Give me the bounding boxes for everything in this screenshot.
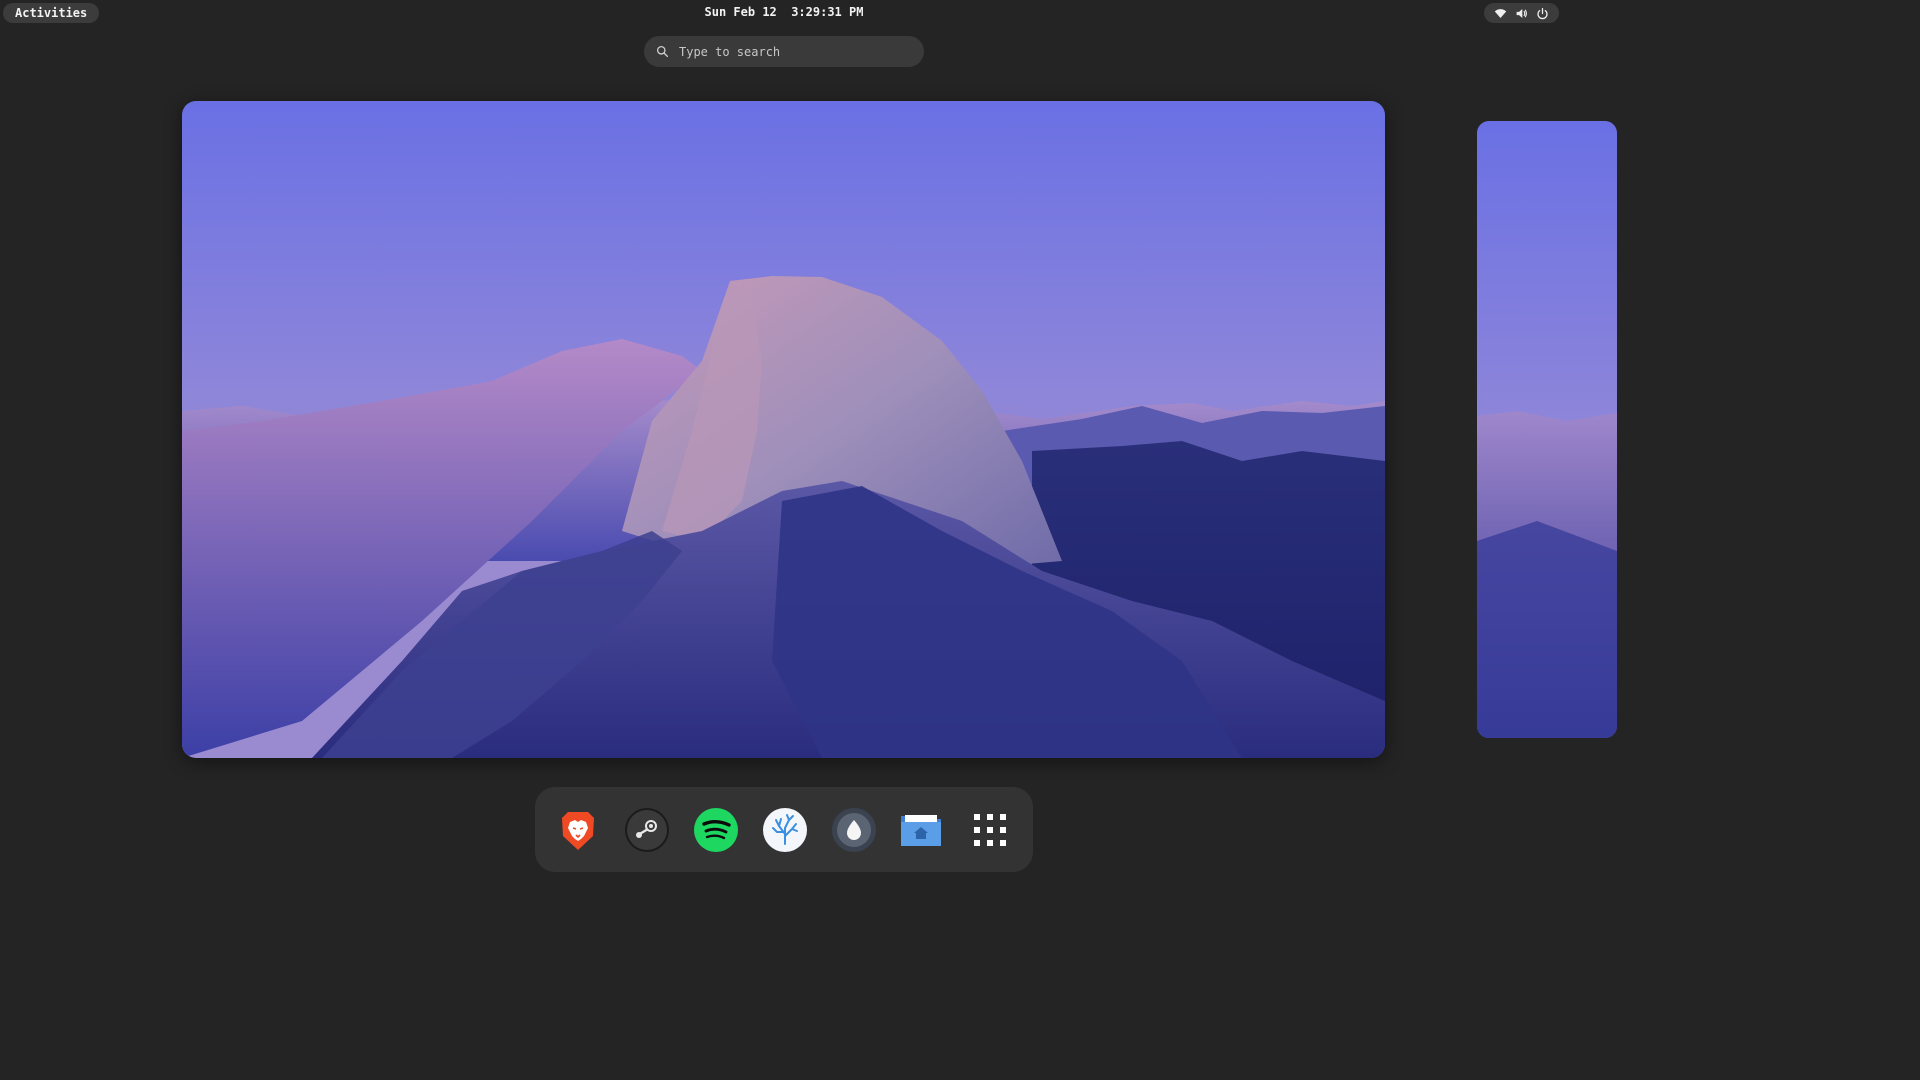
home-folder-icon (901, 815, 941, 846)
wallpaper-image (1477, 121, 1617, 738)
dock-item-files[interactable] (897, 806, 945, 854)
steam-icon (625, 808, 669, 852)
dock-item-brave-browser[interactable] (554, 806, 602, 854)
dock (535, 787, 1033, 872)
dock-item-spotify[interactable] (692, 806, 740, 854)
coral-icon (763, 808, 807, 852)
dock-item-steam[interactable] (623, 806, 671, 854)
search-input[interactable] (679, 44, 899, 59)
dock-item-coral-app[interactable] (761, 806, 809, 854)
dock-item-drop-app[interactable] (830, 806, 878, 854)
show-applications-button[interactable] (966, 806, 1014, 854)
search-bar[interactable] (644, 36, 924, 67)
wallpaper-image (182, 101, 1385, 758)
volume-icon (1516, 8, 1527, 18)
workspace-thumbnail-next[interactable] (1477, 121, 1617, 738)
brave-lion-icon (562, 812, 594, 850)
wifi-icon (1494, 8, 1507, 18)
clock[interactable]: Sun Feb 12 3:29:31 PM (0, 5, 1568, 19)
drop-icon (832, 808, 876, 852)
app-grid-icon (974, 814, 1006, 846)
system-tray[interactable] (1484, 3, 1559, 23)
workspace-thumbnail-active[interactable] (182, 101, 1385, 758)
power-icon (1537, 7, 1548, 19)
spotify-icon (694, 808, 738, 852)
top-bar: Activities Sun Feb 12 3:29:31 PM (0, 0, 1568, 26)
search-icon (656, 45, 669, 58)
